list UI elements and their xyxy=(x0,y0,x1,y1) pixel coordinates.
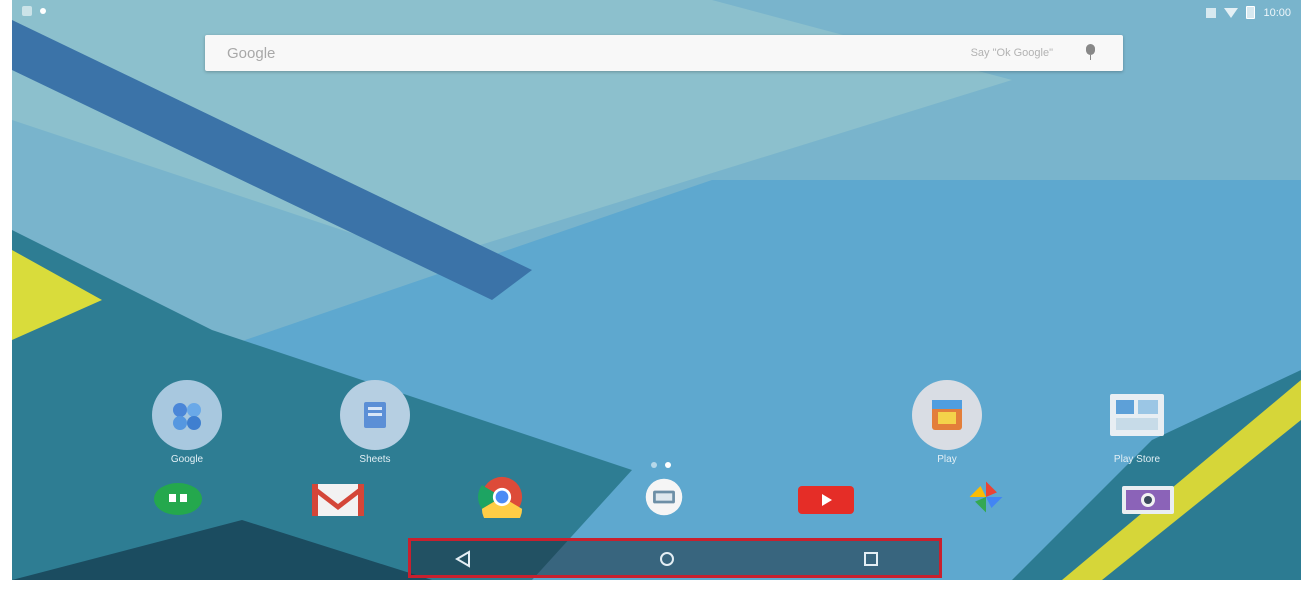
page-dot xyxy=(651,462,657,468)
navigation-bar-highlight xyxy=(408,538,942,578)
app-play-store[interactable]: Play xyxy=(897,380,997,465)
battery-icon xyxy=(1246,6,1256,19)
app-label: Google xyxy=(170,454,204,465)
app-label: Play Store xyxy=(1113,454,1161,465)
page-dot-active xyxy=(665,462,671,468)
notification-icon xyxy=(22,6,32,16)
youtube-icon[interactable] xyxy=(790,478,862,520)
page-indicator xyxy=(651,462,671,468)
camera-icon[interactable] xyxy=(1112,478,1184,520)
play-folder-icon xyxy=(1102,380,1172,450)
search-hint: Say "Ok Google" xyxy=(970,47,1053,59)
wifi-icon xyxy=(1224,7,1239,18)
app-files[interactable]: Sheets xyxy=(325,380,425,465)
google-search-bar[interactable]: Google Say "Ok Google" xyxy=(205,35,1123,71)
bluetooth-icon xyxy=(1206,7,1217,18)
status-bar: 10:00 xyxy=(12,0,1301,26)
search-brand: Google xyxy=(227,45,276,62)
app-google-folder[interactable]: Google xyxy=(137,380,237,465)
notification-dot-icon xyxy=(40,8,46,14)
app-label: Sheets xyxy=(359,454,391,465)
mic-icon[interactable] xyxy=(1086,44,1095,60)
app-label: Play xyxy=(937,454,957,465)
system-icons: 10:00 xyxy=(1206,6,1291,19)
home-icon[interactable] xyxy=(655,550,679,568)
play-store-icon xyxy=(912,380,982,450)
hangouts-icon[interactable] xyxy=(142,478,214,520)
photos-icon[interactable] xyxy=(950,476,1022,518)
notification-area xyxy=(22,6,46,16)
chrome-icon[interactable] xyxy=(466,476,538,518)
back-icon[interactable] xyxy=(451,550,475,568)
home-screen: 10:00 Google Say "Ok Google" Google Shee… xyxy=(12,0,1301,580)
clock: 10:00 xyxy=(1263,6,1291,19)
files-folder-icon xyxy=(340,380,410,450)
app-play-folder[interactable]: Play Store xyxy=(1087,380,1187,465)
recent-apps-icon[interactable] xyxy=(859,550,883,568)
messenger-icon[interactable] xyxy=(628,476,700,518)
google-folder-icon xyxy=(152,380,222,450)
gmail-icon[interactable] xyxy=(302,478,374,520)
